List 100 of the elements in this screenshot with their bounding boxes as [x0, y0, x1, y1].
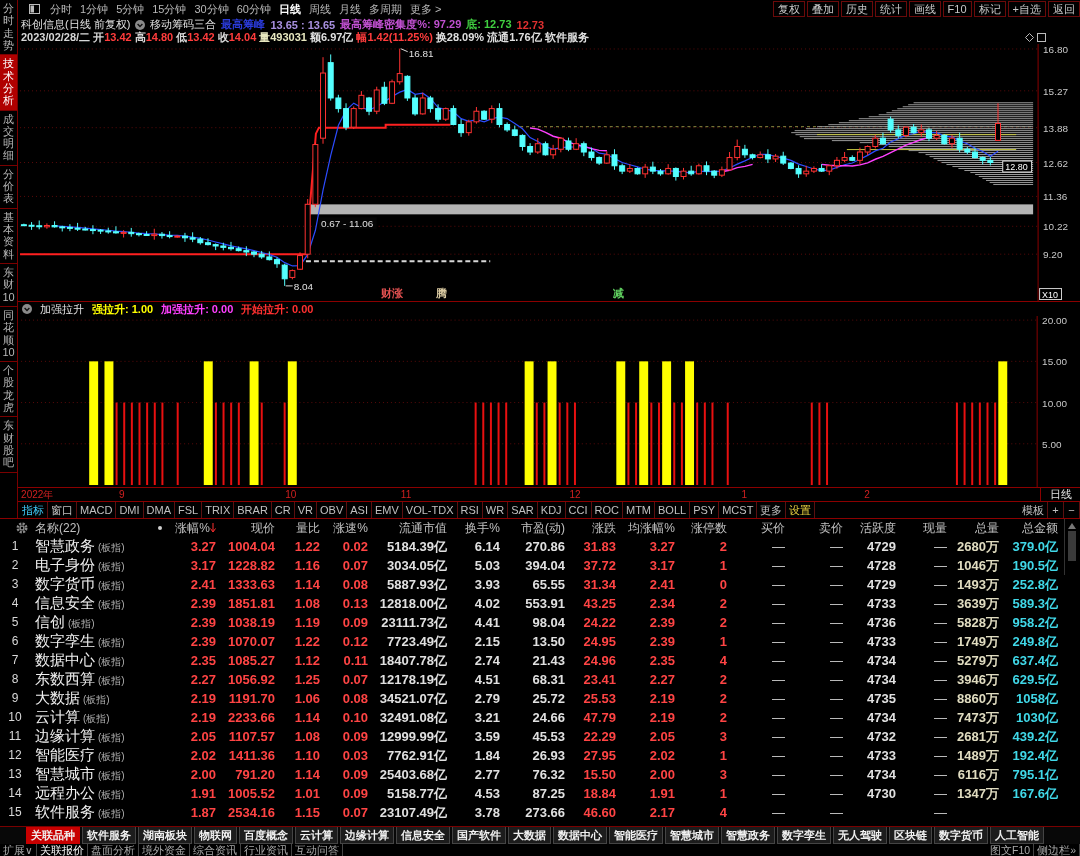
column-header[interactable]: 换手% [451, 519, 504, 537]
period-tab[interactable]: 月线 [339, 1, 361, 17]
related-tab[interactable]: 大数据 [508, 827, 551, 844]
related-tab[interactable]: 智能医疗 [609, 827, 663, 844]
sector-name[interactable]: 东数西算 [35, 670, 95, 689]
indicator-tab[interactable]: ASI [347, 502, 372, 518]
indicator-tab[interactable]: VOL-TDX [402, 502, 458, 518]
column-header[interactable]: 量比 [279, 519, 324, 537]
column-header[interactable]: 卖价 [789, 519, 847, 537]
column-header[interactable]: 总量 [951, 519, 1003, 537]
column-header[interactable]: 流通市值 [372, 519, 451, 537]
related-tab[interactable]: 智慧政务 [721, 827, 775, 844]
scrollbar[interactable] [1064, 519, 1079, 575]
related-tab[interactable]: 边缘计算 [340, 827, 394, 844]
related-tab[interactable]: 物联网 [194, 827, 237, 844]
period-tab[interactable]: 60分钟 [236, 1, 271, 17]
dropdown-icon[interactable] [135, 19, 146, 30]
sector-name[interactable]: 信息安全 [35, 594, 95, 613]
indicator-tab[interactable]: KDJ [537, 502, 566, 518]
column-header[interactable]: 现价 [220, 519, 279, 537]
indicator-tab[interactable]: 窗口 [48, 502, 77, 518]
related-tab[interactable]: 云计算 [295, 827, 338, 844]
indicator-tab[interactable]: CCI [565, 502, 592, 518]
sector-name[interactable]: 数字货币 [35, 575, 95, 594]
indicator-tab[interactable]: CR [271, 502, 295, 518]
indicator-tab[interactable]: TRIX [202, 502, 235, 518]
related-tab[interactable]: 数字孪生 [777, 827, 831, 844]
related-tab[interactable]: 关联品种 [26, 827, 80, 844]
sidebar-tab[interactable]: 基本资料 [0, 208, 17, 264]
scrollbar-thumb[interactable] [1068, 531, 1076, 561]
column-header[interactable]: 涨跌 [569, 519, 620, 537]
sector-name[interactable]: 数据中心 [35, 651, 95, 670]
period-tab[interactable]: 更多 > [410, 1, 442, 17]
related-tab[interactable]: 国产软件 [452, 827, 506, 844]
sector-name[interactable]: 数字孪生 [35, 632, 95, 651]
sector-name[interactable]: 智慧政务 [35, 537, 95, 556]
column-header[interactable]: 活跃度 [847, 519, 900, 537]
bottom-link[interactable]: 图文F10 [987, 844, 1035, 856]
sidebar-tab[interactable]: 同花顺10 [0, 306, 17, 363]
template-button[interactable]: 模板 [1019, 502, 1048, 518]
period-tab[interactable]: 1分钟 [80, 1, 109, 17]
related-tab[interactable]: 湖南板块 [138, 827, 192, 844]
related-tab[interactable]: 区块链 [889, 827, 932, 844]
bottom-tab[interactable]: 综合资讯 [189, 844, 241, 856]
related-tab[interactable]: 数据中心 [553, 827, 607, 844]
diamond-icon[interactable] [1025, 33, 1034, 42]
indicator-tab[interactable]: DMI [116, 502, 144, 518]
sector-name[interactable]: 大数据 [35, 689, 80, 708]
period-tab[interactable]: 5分钟 [116, 1, 145, 17]
sidebar-tab[interactable]: 个股龙虎 [0, 362, 17, 418]
column-header[interactable]: 总金额 [1003, 519, 1062, 537]
bottom-tab[interactable]: 境外资金 [138, 844, 190, 856]
toolbar-button[interactable]: +自选 [1007, 1, 1046, 17]
indicator-tab[interactable]: WR [482, 502, 509, 518]
bottom-tab[interactable]: 互动问答 [291, 844, 343, 856]
related-tab[interactable]: 信息安全 [396, 827, 450, 844]
indicator-tab[interactable]: 更多 [757, 502, 787, 518]
toolbar-button[interactable]: F10 [942, 1, 972, 17]
indicator-tab[interactable]: PSY [690, 502, 720, 518]
related-tab[interactable]: 百度概念 [239, 827, 293, 844]
column-header[interactable]: 买价 [731, 519, 789, 537]
indicator-tab[interactable]: BOLL [655, 502, 691, 518]
related-tab[interactable]: 数字货币 [934, 827, 988, 844]
column-header[interactable]: 涨幅% [170, 519, 220, 537]
scroll-up-icon[interactable] [1068, 523, 1076, 529]
related-tab[interactable]: 软件服务 [82, 827, 136, 844]
column-header[interactable]: 涨停数 [679, 519, 731, 537]
toolbar-button[interactable]: 统计 [874, 1, 907, 17]
sector-name[interactable]: 软件服务 [35, 803, 95, 822]
zoom-button[interactable]: − [1064, 502, 1080, 518]
bottom-tab[interactable]: 盘面分析 [87, 844, 139, 856]
indicator-tab[interactable]: BRAR [234, 502, 272, 518]
indicator-tab[interactable]: ROC [591, 502, 623, 518]
toolbar-button[interactable]: 画线 [908, 1, 941, 17]
period-tab[interactable]: 30分钟 [194, 1, 229, 17]
toolbar-button[interactable]: 叠加 [806, 1, 839, 17]
settings-button[interactable]: 设置 [786, 502, 816, 518]
indicator-tab[interactable]: VR [294, 502, 317, 518]
toolbar-button[interactable]: 返回 [1048, 1, 1080, 17]
panel-toggle-icon[interactable] [29, 4, 40, 14]
bottom-link[interactable]: 侧边栏» [1034, 844, 1080, 856]
related-tab[interactable]: 无人驾驶 [833, 827, 887, 844]
column-header[interactable]: 市盈(动) [504, 519, 569, 537]
indicator-tab[interactable]: RSI [457, 502, 483, 518]
toolbar-button[interactable]: 历史 [840, 1, 873, 17]
indicator-tab[interactable]: MCST [719, 502, 758, 518]
dropdown-icon[interactable] [22, 304, 32, 314]
zoom-button[interactable]: + [1048, 502, 1064, 518]
column-header[interactable]: 涨速% [324, 519, 372, 537]
related-tab[interactable]: 智慧城市 [665, 827, 719, 844]
period-label[interactable]: 日线 [1040, 488, 1080, 501]
indicator-tab[interactable]: FSL [175, 502, 203, 518]
toolbar-button[interactable]: 复权 [772, 1, 805, 17]
square-icon[interactable] [1037, 33, 1046, 42]
indicator-tab[interactable]: SAR [508, 502, 538, 518]
sidebar-tab[interactable]: 东财10 [0, 263, 17, 307]
indicator-tab[interactable]: EMV [371, 502, 403, 518]
related-tab[interactable]: 人工智能 [990, 827, 1044, 844]
sector-name[interactable]: 智能医疗 [35, 746, 95, 765]
sector-name[interactable]: 云计算 [35, 708, 80, 727]
